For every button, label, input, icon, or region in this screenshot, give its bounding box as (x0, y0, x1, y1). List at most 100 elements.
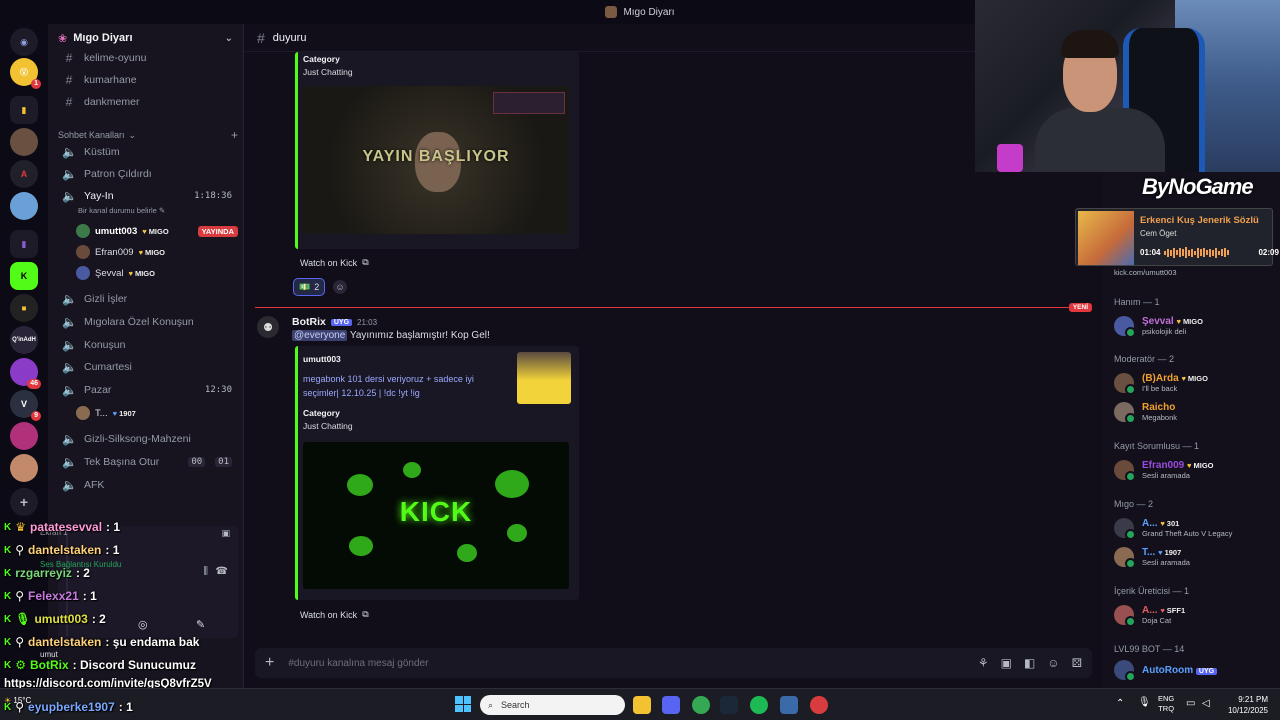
app-icon[interactable] (780, 696, 798, 714)
chrome-icon[interactable] (692, 696, 710, 714)
voice-channel[interactable]: 🔈 Konuşun (56, 335, 238, 355)
chevron-down-icon: ⌄ (128, 129, 137, 140)
voice-channel-active[interactable]: 🔈 Yay-In 1:18:36 (56, 186, 238, 206)
obs-icon[interactable] (810, 696, 828, 714)
text-channel[interactable]: # kelime-oyunu (56, 48, 238, 68)
gif-icon[interactable]: ▣ (1001, 656, 1012, 670)
volume-icon[interactable]: ◁ (1202, 698, 1210, 709)
role-header: LVL99 BOT — 14 (1114, 644, 1185, 654)
add-channel-icon[interactable]: + (231, 128, 238, 142)
voice-channel[interactable]: 🔈 Tek Başına Otur 00 01 (56, 452, 238, 472)
steam-icon[interactable] (720, 696, 738, 714)
message-composer[interactable]: + #duyuru kanalına mesaj gönder ⚘ ▣ ◧ ☺ … (255, 648, 1092, 678)
mention[interactable]: @everyone (292, 330, 348, 341)
add-reaction-icon[interactable]: ☺ (333, 280, 347, 294)
server-icon-purple[interactable]: 46 (10, 358, 41, 389)
kick-icon: K (4, 659, 12, 671)
server-icon-anime[interactable] (10, 192, 38, 220)
voice-user[interactable]: T... ♥ 1907 (76, 404, 238, 422)
discord-icon[interactable] (662, 696, 680, 714)
channel-status[interactable]: Bir kanal durumu belirle ✎ (78, 206, 165, 215)
text-channel[interactable]: # kumarhane (56, 70, 238, 90)
embed-image-kick[interactable]: KICK (303, 442, 569, 589)
embed-thumbnail-pikachu[interactable] (517, 352, 571, 404)
embed-author[interactable]: umutt003 (303, 354, 341, 364)
taskbar-search[interactable]: ⌕ Search (480, 695, 625, 715)
hash-icon: # (65, 73, 73, 87)
member-item[interactable]: AutoRoom UYG (1114, 657, 1274, 683)
gift-icon[interactable]: ⚘ (978, 656, 989, 670)
external-link-icon: ⧉ (362, 609, 369, 619)
server-icon-migo[interactable] (10, 128, 38, 156)
chat-line: K ⚲ eyupberke1907: 1 (4, 700, 133, 714)
mic-icon: 🎙 (15, 612, 31, 626)
voice-channel[interactable]: 🔈 Mıgolara Özel Konuşun (56, 312, 238, 332)
member-item[interactable]: A... ♥ SFF1 Doja Cat (1114, 602, 1274, 628)
server-icon-face[interactable] (10, 454, 38, 482)
server-icon-valorant[interactable]: V9 (10, 390, 41, 421)
voice-channel[interactable]: 🔈 Cumartesi (56, 357, 238, 377)
network-icon[interactable]: ▭ (1186, 698, 1195, 709)
role-header: İçerik Üreticisi — 1 (1114, 586, 1190, 596)
voice-channel[interactable]: 🔈 Küstüm (56, 142, 238, 162)
member-item[interactable]: Efran009 ♥ MIGO Sesli aramada (1114, 457, 1274, 483)
voice-channel[interactable]: 🔈 Gizli-Silksong-Mahzeni (56, 429, 238, 449)
windows-start-icon[interactable] (455, 696, 471, 712)
role-header: Mıgo — 2 (1114, 499, 1154, 509)
language-indicator[interactable]: ENG TRQ (1158, 694, 1174, 714)
kick-embed: Category Just Chatting YAYIN BAŞLIYOR (295, 52, 579, 249)
server-name: Mıgo Diyarı (73, 32, 133, 44)
server-icon-a[interactable]: A (10, 160, 38, 188)
kick-coin-icon (457, 544, 477, 562)
voice-channel[interactable]: 🔈 Pazar 12:30 (56, 380, 238, 400)
watch-on-kick-button[interactable]: Watch on Kick ⧉ (300, 257, 369, 268)
member-item[interactable]: A... ♥ 301 Grand Theft Auto V Legacy (1114, 515, 1274, 541)
server-icon-dark[interactable]: ◼ (10, 294, 38, 322)
voice-channel[interactable]: 🔈 Gizli İşler (56, 289, 238, 309)
discord-home-icon[interactable]: ◉ (10, 28, 38, 56)
mic-tray-icon[interactable]: 🎙 (1138, 697, 1151, 708)
voice-channel[interactable]: 🔈 Patron Çıldırdı (56, 164, 238, 184)
spotify-icon[interactable] (750, 696, 768, 714)
voice-channel[interactable]: 🔈 AFK (56, 475, 238, 495)
voice-user[interactable]: Şevval ♥ MIGO (76, 264, 238, 282)
folder-icon-purple[interactable]: ▮ (10, 230, 38, 258)
kick-server-icon[interactable]: K (10, 262, 38, 290)
text-channel[interactable]: # dankmemer (56, 92, 238, 112)
taskbar-clock[interactable]: 9:21 PM 10/12/2025 (1228, 694, 1268, 716)
speaker-icon: 🔈 (62, 189, 77, 203)
sticker-icon[interactable]: ◧ (1024, 656, 1035, 670)
folder-icon[interactable]: ▮ (10, 96, 38, 124)
bot-badge-icon: ⚙ (15, 658, 26, 672)
watch-on-kick-button[interactable]: Watch on Kick ⧉ (300, 609, 369, 620)
hash-icon: # (65, 51, 73, 65)
embed-category-label: Category (303, 408, 340, 418)
member-item[interactable]: (B)Arda ♥ MIGO I'll be back (1114, 370, 1274, 396)
chat-badge-icon: ♛ (15, 520, 26, 534)
attach-plus-icon[interactable]: + (265, 654, 274, 672)
chevron-down-icon: ⌄ (224, 32, 233, 44)
server-icon-pink[interactable] (10, 422, 38, 450)
reaction-button[interactable]: 💵 2 (293, 278, 326, 296)
member-item[interactable]: T... ♥ 1907 Sesli aramada (1114, 544, 1274, 570)
apps-icon[interactable]: ⚄ (1072, 656, 1082, 670)
emoji-icon[interactable]: ☺ (1047, 656, 1059, 670)
voice-user[interactable]: umutt003 ♥ MIGO YAYINDA (76, 222, 238, 240)
member-item[interactable]: Şevval ♥ MIGO psikolojik deli (1114, 313, 1274, 339)
album-art (1078, 211, 1134, 265)
add-server-icon[interactable]: + (10, 488, 38, 516)
embed-title-link[interactable]: megabonk 101 dersi veriyoruz + sadece iy… (303, 372, 503, 400)
voice-user[interactable]: Efran009 ♥ MIGO (76, 243, 238, 261)
server-icon-qinadh[interactable]: Q'inAdH (10, 326, 38, 354)
member-item[interactable]: Raicho Megabonk (1114, 399, 1274, 425)
badge: 46 (27, 379, 41, 389)
file-explorer-icon[interactable] (633, 696, 651, 714)
category-header[interactable]: Sohbet Kanalları ⌄ + (58, 128, 238, 142)
server-icon-emoji[interactable]: 😵 1 (10, 58, 41, 89)
embed-thumbnail[interactable]: YAYIN BAŞLIYOR (303, 86, 569, 234)
hash-icon: # (257, 29, 265, 46)
bot-avatar[interactable]: ⚉ (257, 316, 279, 338)
chat-badge-icon: ⚲ (15, 543, 25, 557)
tray-chevron-up-icon[interactable]: ⌃ (1116, 698, 1124, 709)
author-name[interactable]: BotRix (292, 316, 326, 328)
